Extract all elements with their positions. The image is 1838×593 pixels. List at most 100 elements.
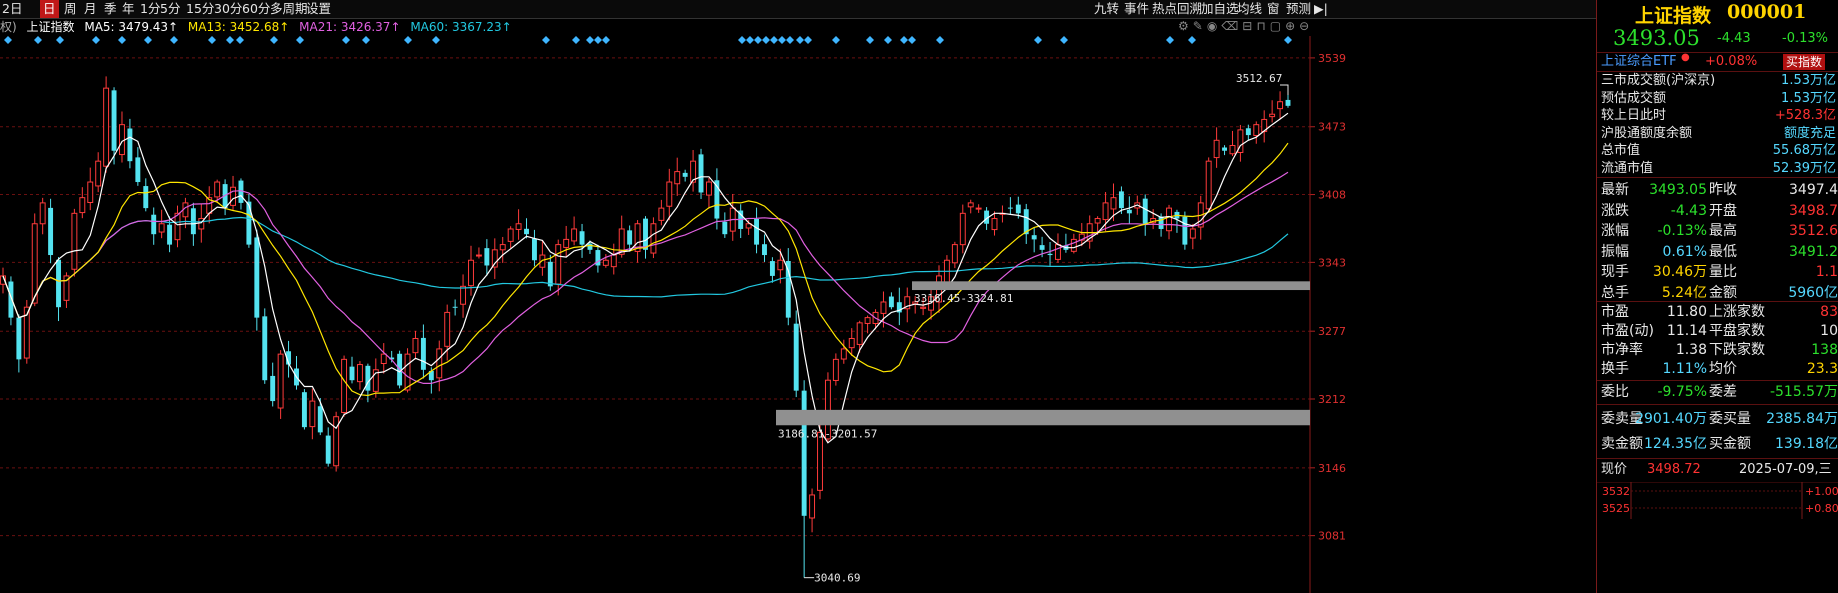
candle-down[interactable] bbox=[1245, 128, 1251, 136]
candle-up[interactable] bbox=[356, 364, 363, 383]
eye-icon[interactable]: ◉ bbox=[1207, 19, 1221, 33]
candle-up[interactable] bbox=[1269, 113, 1276, 118]
tool-button-1[interactable]: 事件 bbox=[1124, 0, 1149, 18]
period-tab-3[interactable]: 月 bbox=[84, 0, 97, 18]
candle-up[interactable] bbox=[230, 186, 236, 206]
etf-link[interactable]: 上证综合ETF bbox=[1601, 53, 1677, 71]
period-tab-12[interactable]: 设置 bbox=[306, 0, 331, 18]
candle-down[interactable] bbox=[56, 259, 61, 308]
candle-up[interactable] bbox=[1166, 207, 1172, 232]
candle-up[interactable] bbox=[856, 322, 863, 345]
candle-up[interactable] bbox=[832, 358, 839, 381]
tool-button-3[interactable]: 加自选 bbox=[1201, 0, 1239, 18]
candle-up[interactable] bbox=[404, 353, 411, 391]
candle-down[interactable] bbox=[301, 392, 307, 428]
candle-down[interactable] bbox=[579, 231, 585, 245]
candle-up[interactable] bbox=[309, 400, 316, 428]
period-tab-7[interactable]: 5分 bbox=[160, 0, 180, 18]
tool-button-2[interactable]: 热点回溯 bbox=[1152, 0, 1202, 18]
period-tab-10[interactable]: 60分 bbox=[242, 0, 270, 18]
candle-down[interactable] bbox=[1158, 216, 1164, 229]
candle-up[interactable] bbox=[1205, 160, 1212, 210]
candle-down[interactable] bbox=[722, 221, 728, 235]
candle-up[interactable] bbox=[864, 317, 871, 324]
candle-down[interactable] bbox=[270, 375, 276, 402]
candle-down[interactable] bbox=[16, 317, 22, 360]
candle-down[interactable] bbox=[524, 228, 529, 235]
candle-up[interactable] bbox=[174, 212, 181, 241]
candle-down[interactable] bbox=[801, 390, 807, 516]
lock-icon[interactable]: ⊓ bbox=[1256, 19, 1269, 33]
candle-up[interactable] bbox=[817, 431, 823, 491]
candle-up[interactable] bbox=[705, 181, 712, 196]
candle-up[interactable] bbox=[1277, 101, 1284, 110]
candle-down[interactable] bbox=[1039, 245, 1045, 250]
candle-up[interactable] bbox=[650, 223, 657, 254]
draw-icon[interactable]: ✎ bbox=[1193, 19, 1207, 33]
candle-down[interactable] bbox=[484, 248, 490, 266]
candle-down[interactable] bbox=[8, 281, 14, 318]
candle-up[interactable] bbox=[507, 228, 514, 242]
candle-down[interactable] bbox=[1142, 198, 1148, 224]
period-tab-1[interactable]: 日 bbox=[40, 0, 59, 18]
candle-up[interactable] bbox=[610, 254, 617, 268]
candle-up[interactable] bbox=[71, 212, 78, 270]
candle-up[interactable] bbox=[380, 353, 387, 364]
candle-up[interactable] bbox=[119, 124, 125, 156]
candle-up[interactable] bbox=[840, 348, 847, 360]
candle-up[interactable] bbox=[436, 348, 443, 379]
candle-down[interactable] bbox=[1285, 99, 1291, 106]
candle-up[interactable] bbox=[658, 207, 665, 221]
tool-button-6[interactable]: 预测 bbox=[1286, 0, 1311, 18]
zoom-in-icon[interactable]: ⊕ bbox=[1285, 19, 1299, 33]
expand-panel-icon[interactable]: ▶| bbox=[1314, 0, 1328, 18]
candle-up[interactable] bbox=[666, 181, 673, 207]
candle-up[interactable] bbox=[158, 223, 165, 233]
candle-up[interactable] bbox=[920, 306, 927, 309]
candle-up[interactable] bbox=[1094, 218, 1101, 224]
candle-up[interactable] bbox=[1253, 124, 1260, 136]
candle-down[interactable] bbox=[1031, 235, 1037, 240]
candle-down[interactable] bbox=[111, 90, 117, 151]
candle-down[interactable] bbox=[1126, 209, 1132, 214]
candle-down[interactable] bbox=[452, 306, 458, 308]
candle-up[interactable] bbox=[515, 223, 522, 230]
candle-up[interactable] bbox=[1070, 238, 1077, 252]
candle-down[interactable] bbox=[135, 157, 141, 183]
candle-up[interactable] bbox=[777, 259, 784, 271]
candle-up[interactable] bbox=[468, 259, 474, 287]
candle-down[interactable] bbox=[48, 207, 54, 256]
period-tab-4[interactable]: 季 bbox=[104, 0, 117, 18]
candle-down[interactable] bbox=[1047, 253, 1053, 256]
candle-up[interactable] bbox=[809, 494, 816, 519]
tool-button-5[interactable]: 窗 bbox=[1267, 0, 1280, 18]
period-tab-2[interactable]: 周 bbox=[64, 0, 77, 18]
tool-button-4[interactable]: 均线 bbox=[1237, 0, 1262, 18]
candle-up[interactable] bbox=[1110, 197, 1117, 210]
kline-chart[interactable]: 3539 3473 3408 3343 3277 3212 3146 3081 3512.67 3… bbox=[0, 36, 1596, 593]
candle-up[interactable] bbox=[341, 358, 348, 413]
candle-up[interactable] bbox=[79, 197, 86, 214]
candle-down[interactable] bbox=[682, 172, 688, 177]
candle-down[interactable] bbox=[365, 365, 371, 391]
candle-up[interactable] bbox=[1213, 139, 1220, 159]
candle-down[interactable] bbox=[531, 238, 537, 261]
buy-index-button[interactable]: 买指数 bbox=[1783, 54, 1826, 70]
candle-up[interactable] bbox=[571, 228, 578, 242]
candle-down[interactable] bbox=[317, 406, 323, 433]
candle-down[interactable] bbox=[246, 201, 252, 245]
candle-down[interactable] bbox=[769, 261, 775, 276]
period-tab-9[interactable]: 30分 bbox=[214, 0, 242, 18]
candle-down[interactable] bbox=[627, 230, 633, 245]
candle-up[interactable] bbox=[991, 218, 998, 231]
candle-up[interactable] bbox=[1189, 228, 1196, 239]
candle-up[interactable] bbox=[880, 301, 887, 314]
candle-down[interactable] bbox=[793, 323, 799, 391]
period-tab-5[interactable]: 年 bbox=[122, 0, 135, 18]
candle-up[interactable] bbox=[959, 212, 966, 246]
candle-up[interactable] bbox=[1055, 244, 1061, 260]
candle-down[interactable] bbox=[1015, 204, 1021, 214]
candle-up[interactable] bbox=[602, 259, 609, 266]
candle-down[interactable] bbox=[643, 218, 648, 250]
candle-up[interactable] bbox=[277, 353, 284, 409]
